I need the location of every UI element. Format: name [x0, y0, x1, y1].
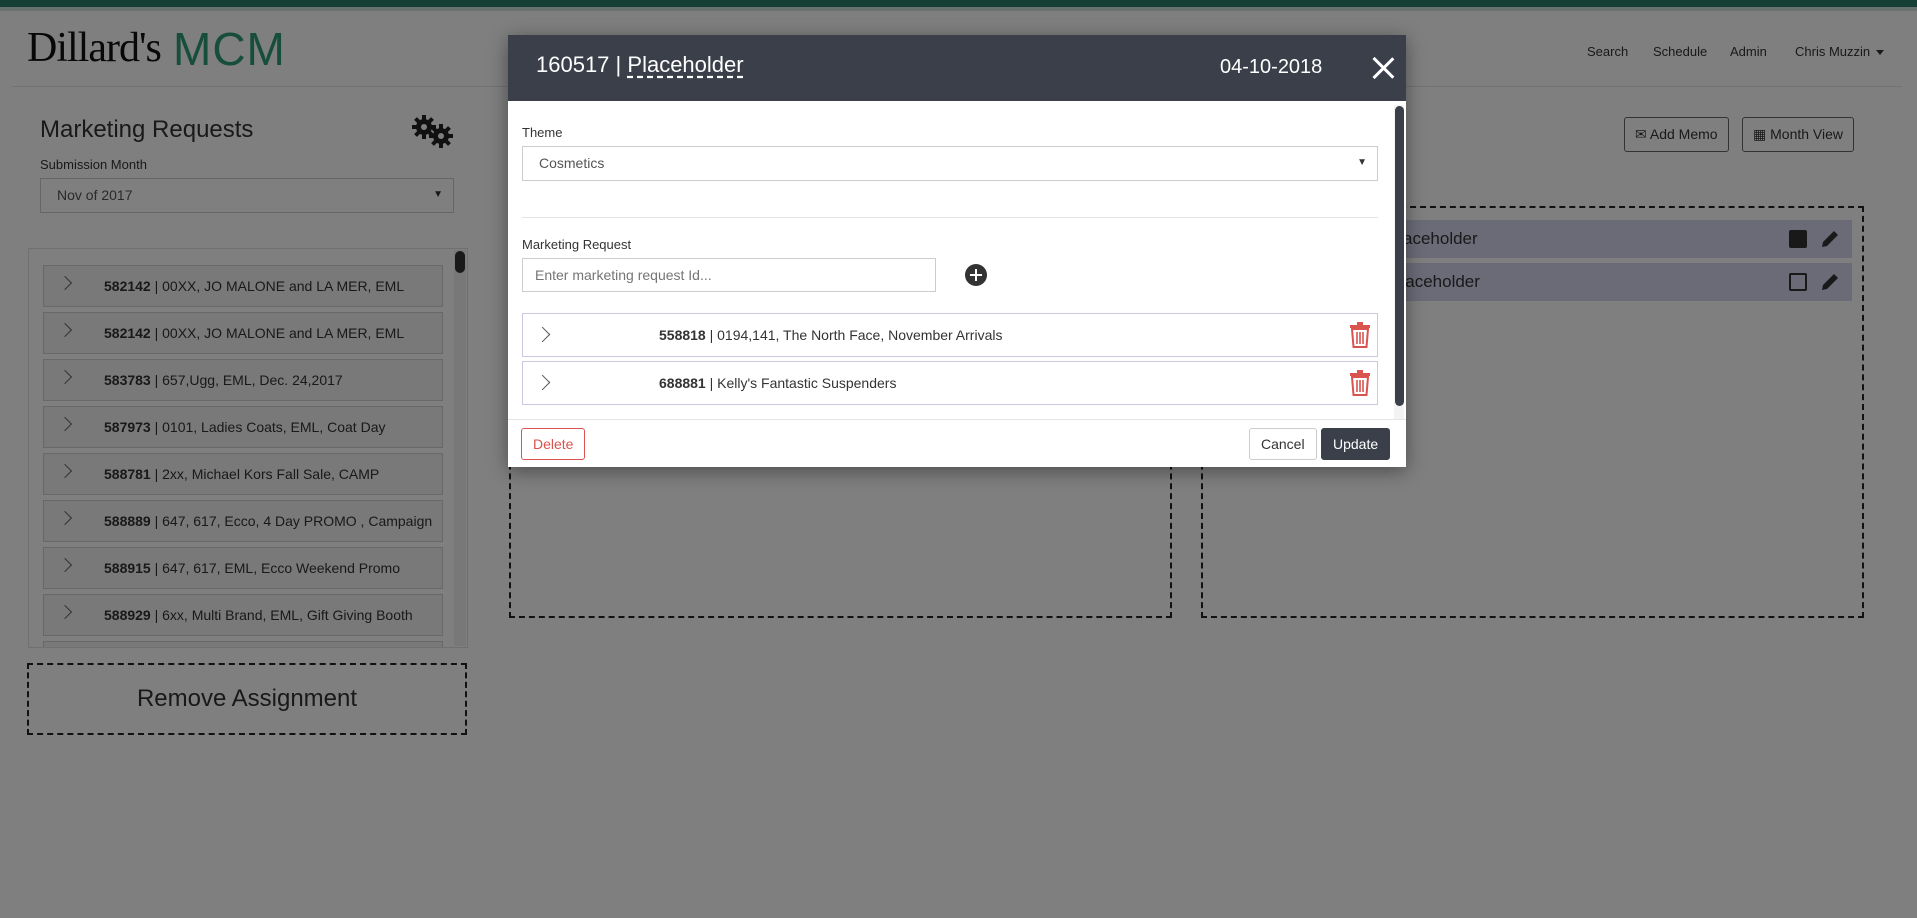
theme-select[interactable]: Cosmetics ▼	[522, 146, 1378, 181]
chevron-right-icon[interactable]	[534, 326, 551, 343]
cancel-button[interactable]: Cancel	[1249, 428, 1317, 460]
request-id: 558818	[659, 327, 706, 343]
trash-icon[interactable]	[1349, 370, 1371, 396]
chevron-right-icon[interactable]	[534, 374, 551, 391]
request-desc: | 0194,141, The North Face, November Arr…	[709, 327, 1003, 343]
modal-id: 160517	[536, 52, 610, 77]
add-request-icon[interactable]	[965, 264, 987, 286]
request-row[interactable]: 688881 | Kelly's Fantastic Suspenders	[522, 361, 1378, 405]
marketing-request-input[interactable]	[522, 258, 936, 292]
modal-date: 04-10-2018	[1220, 56, 1323, 78]
close-icon[interactable]	[1371, 56, 1395, 80]
delete-button[interactable]: Delete	[521, 428, 586, 460]
modal-name-editable[interactable]: Placeholder	[627, 52, 743, 77]
request-id: 688881	[659, 375, 706, 391]
modal-title-separator: |	[615, 52, 622, 77]
trash-icon[interactable]	[1349, 322, 1371, 348]
modal-header: 160517 | Placeholder 04-10-2018	[508, 35, 1406, 101]
request-desc: | Kelly's Fantastic Suspenders	[709, 375, 897, 391]
modal-footer-divider	[508, 419, 1406, 420]
theme-label: Theme	[522, 125, 563, 140]
modal-scroll-thumb[interactable]	[1395, 106, 1404, 406]
dropdown-arrow-icon: ▼	[1357, 157, 1367, 168]
theme-value: Cosmetics	[539, 155, 605, 171]
request-row[interactable]: 558818 | 0194,141, The North Face, Novem…	[522, 313, 1378, 357]
edit-placeholder-modal: 160517 | Placeholder 04-10-2018 Theme Co…	[508, 35, 1406, 467]
marketing-request-label: Marketing Request	[522, 237, 632, 252]
section-divider	[522, 217, 1378, 218]
update-button[interactable]: Update	[1321, 428, 1391, 460]
modal-title: 160517 | Placeholder	[536, 52, 744, 78]
